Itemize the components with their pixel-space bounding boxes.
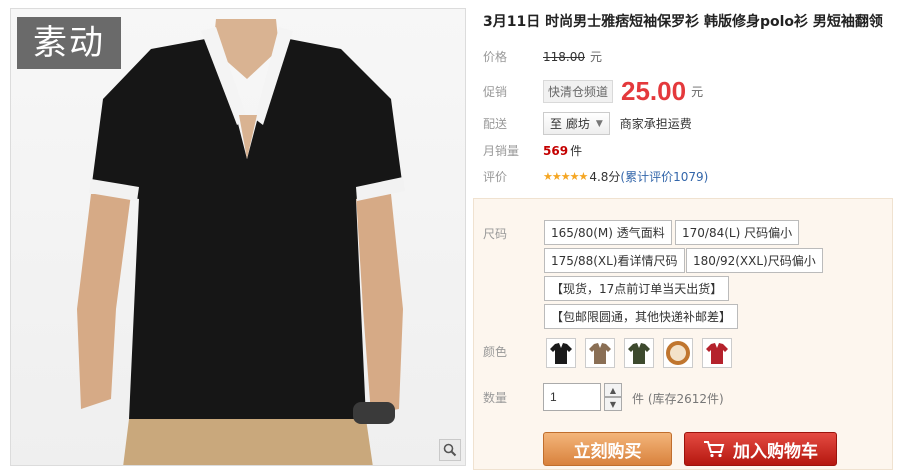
rating-label: 评价 xyxy=(483,170,508,184)
quantity-decrement-button[interactable]: ▼ xyxy=(604,397,622,411)
add-to-cart-label: 加入购物车 xyxy=(733,441,818,462)
quantity-input[interactable] xyxy=(543,383,601,411)
badge-icon xyxy=(666,341,690,365)
sales-unit: 件 xyxy=(570,144,583,158)
product-title: 3月11日 时尚男士雅痞短袖保罗衫 韩版修身polo衫 男短袖翻领 xyxy=(483,14,883,30)
magnifier-icon xyxy=(443,443,457,457)
product-image: 素动 xyxy=(10,8,466,466)
size-option[interactable]: 175/88(XL)看详情尺码 xyxy=(544,248,685,273)
shirt-icon xyxy=(706,343,728,364)
buy-now-button[interactable]: 立刻购买 xyxy=(543,432,672,466)
size-option[interactable]: 180/92(XXL)尺码偏小 xyxy=(686,248,823,273)
stock-info: 件 (库存2612件) xyxy=(632,392,724,406)
zoom-button[interactable] xyxy=(439,439,461,461)
shirt-icon xyxy=(550,343,572,364)
color-label: 颜色 xyxy=(483,345,508,359)
brand-logo: 素动 xyxy=(17,17,121,69)
add-to-cart-button[interactable]: 加入购物车 xyxy=(684,432,837,466)
price-unit: 元 xyxy=(590,50,603,64)
chevron-down-icon: ▼ xyxy=(595,118,603,129)
promo-price-unit: 元 xyxy=(691,85,704,99)
sales-value: 569 xyxy=(543,143,569,158)
size-option[interactable]: 【现货，17点前订单当天出货】 xyxy=(544,276,730,301)
rating-row: 评价 ★★★★★ 4.8分 (累计评价1079) xyxy=(483,168,708,185)
shipping-row: 配送 至 廊坊 ▼ 商家承担运费 xyxy=(483,112,692,135)
buy-now-label: 立刻购买 xyxy=(573,441,642,462)
promo-row: 促销 快清仓频道 25.00 元 xyxy=(483,76,703,107)
size-label: 尺码 xyxy=(483,227,508,241)
price-label: 价格 xyxy=(483,50,508,64)
polo-shirt-illustration xyxy=(77,19,405,465)
chevron-down-icon: ▼ xyxy=(609,399,617,409)
shirt-icon xyxy=(589,343,611,364)
color-swatch[interactable] xyxy=(702,338,732,368)
color-swatch[interactable] xyxy=(546,338,576,368)
sales-row: 月销量 569 件 xyxy=(483,142,582,159)
chevron-up-icon: ▲ xyxy=(609,385,617,395)
star-rating-icon: ★★★★★ xyxy=(543,170,588,183)
quantity-label: 数量 xyxy=(483,391,508,405)
color-swatch[interactable] xyxy=(663,338,693,368)
shipping-label: 配送 xyxy=(483,117,508,131)
shirt-icon xyxy=(628,343,650,364)
review-count-link[interactable]: (累计评价1079) xyxy=(620,168,708,185)
price-row: 价格 118.00 元 xyxy=(483,48,602,65)
color-swatch[interactable] xyxy=(624,338,654,368)
shipping-note: 商家承担运费 xyxy=(619,117,692,131)
promo-tag[interactable]: 快清仓频道 xyxy=(543,80,614,103)
promo-label: 促销 xyxy=(483,85,508,99)
original-price: 118.00 xyxy=(543,49,585,64)
promo-price: 25.00 xyxy=(621,76,687,106)
location-select[interactable]: 至 廊坊 ▼ xyxy=(543,112,610,135)
cart-icon xyxy=(704,441,725,458)
size-option[interactable]: 165/80(M) 透气面料 xyxy=(544,220,672,245)
rating-score: 4.8分 xyxy=(589,170,621,184)
color-swatch[interactable] xyxy=(585,338,615,368)
location-value: 至 廊坊 xyxy=(550,117,590,131)
size-option[interactable]: 【包邮限圆通，其他快递补邮差】 xyxy=(544,304,739,329)
quantity-increment-button[interactable]: ▲ xyxy=(604,383,622,397)
sales-label: 月销量 xyxy=(483,144,520,158)
size-option[interactable]: 170/84(L) 尺码偏小 xyxy=(675,220,800,245)
